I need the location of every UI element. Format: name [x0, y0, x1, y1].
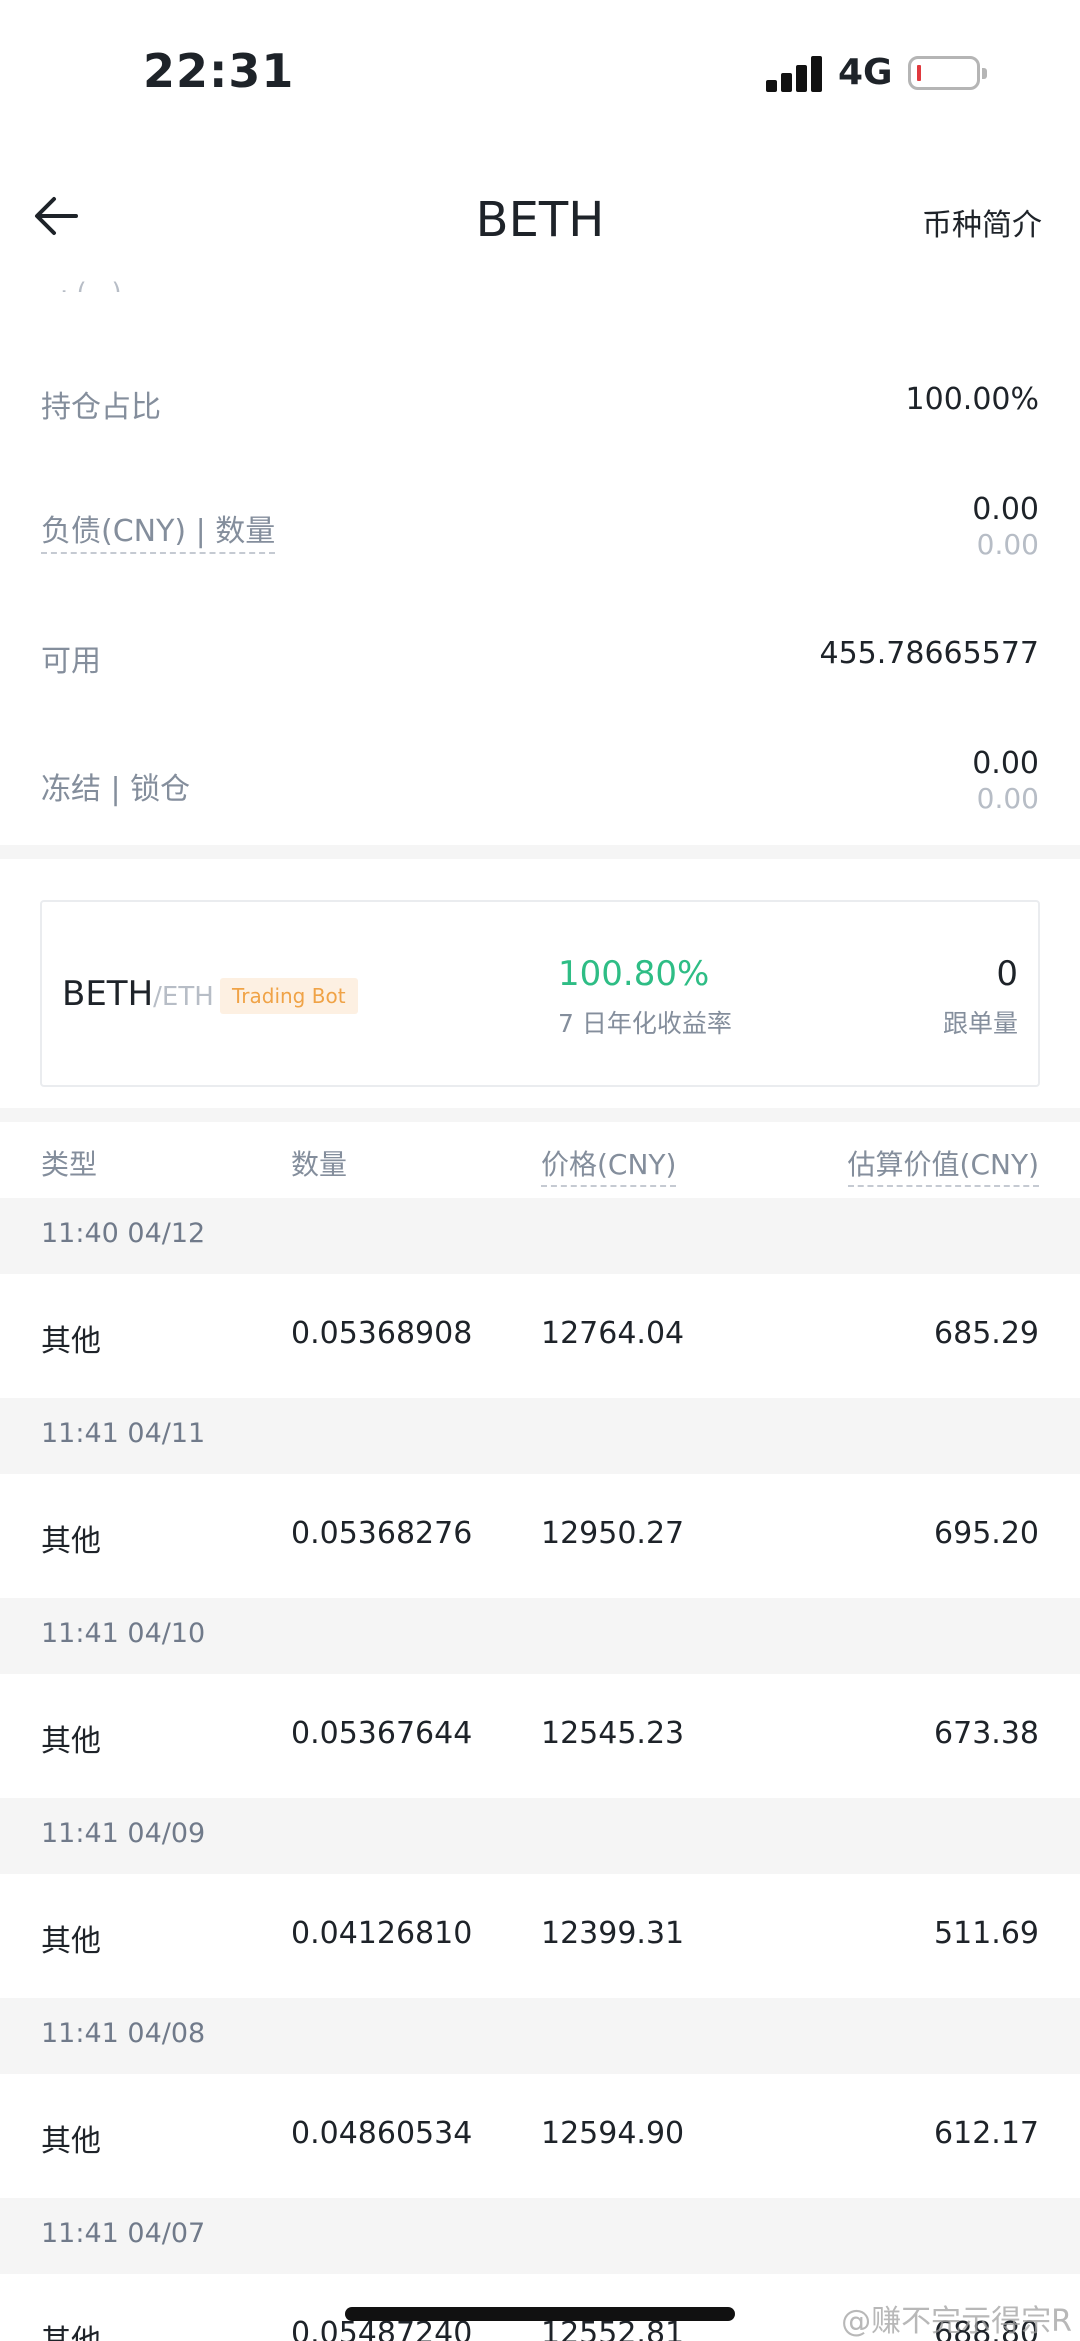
- bot-yield-label: 7 日年化收益率: [558, 1009, 732, 1038]
- column-header-type: 类型: [41, 1148, 98, 1181]
- date-group-header: 11:41 04/09: [0, 1798, 1080, 1874]
- frozen-sub-value: 0.00: [976, 782, 1039, 815]
- cell-price: 12764.04: [541, 1316, 685, 1351]
- status-time: 22:31: [143, 44, 295, 98]
- cell-price: 12950.27: [541, 1516, 685, 1551]
- cell-value: 511.69: [934, 1916, 1039, 1951]
- date-group-header: 11:41 04/07: [0, 2198, 1080, 2274]
- cell-value: 685.29: [934, 1316, 1039, 1351]
- column-header-price[interactable]: 价格(CNY): [541, 1143, 677, 1187]
- cell-quantity: 0.04860534: [291, 2116, 473, 2151]
- nav-header: BETH 币种简介: [0, 170, 1080, 270]
- page-title: BETH: [475, 192, 605, 248]
- section-divider: [0, 1108, 1080, 1122]
- signal-icon: [766, 56, 824, 92]
- date-label: 11:41 04/07: [41, 2218, 206, 2249]
- holding-ratio-label: 持仓占比: [41, 390, 161, 425]
- clipped-text: · ( , ): [60, 278, 122, 292]
- date-label: 11:41 04/08: [41, 2018, 206, 2049]
- bot-pair: BETH/ETH: [62, 974, 214, 1014]
- coin-intro-link[interactable]: 币种简介: [922, 200, 1042, 244]
- watermark: @赚不完示得宗R: [841, 2304, 1072, 2339]
- table-row[interactable]: 其他 0.04126810 12399.31 511.69: [0, 1874, 1080, 1998]
- cell-quantity: 0.05367644: [291, 1716, 473, 1751]
- bot-yield-value: 100.80%: [558, 954, 710, 994]
- date-label: 11:41 04/11: [41, 1418, 206, 1449]
- debt-label[interactable]: 负债(CNY) | 数量: [41, 506, 276, 554]
- debt-sub-value: 0.00: [976, 528, 1039, 561]
- cell-type: 其他: [41, 2124, 101, 2159]
- table-row[interactable]: 其他 0.05368276 12950.27 695.20: [0, 1474, 1080, 1598]
- date-label: 11:41 04/10: [41, 1618, 206, 1649]
- network-label: 4G: [838, 52, 893, 93]
- date-label: 11:40 04/12: [41, 1218, 206, 1249]
- cell-value: 695.20: [934, 1516, 1039, 1551]
- frozen-value: 0.00: [972, 746, 1039, 781]
- table-row[interactable]: 其他 0.05367644 12545.23 673.38: [0, 1674, 1080, 1798]
- trading-bot-card[interactable]: BETH/ETH Trading Bot 100.80% 7 日年化收益率 0 …: [40, 900, 1040, 1087]
- date-group-header: 11:40 04/12: [0, 1198, 1080, 1274]
- status-bar: 22:31 4G: [0, 0, 1080, 150]
- bot-pair-base: BETH: [62, 974, 154, 1014]
- home-indicator[interactable]: [345, 2307, 735, 2321]
- cell-type: 其他: [41, 2316, 101, 2341]
- date-group-header: 11:41 04/11: [0, 1398, 1080, 1474]
- frozen-label: 冻结 | 锁仓: [41, 772, 191, 807]
- bot-pair-quote: /ETH: [153, 982, 214, 1012]
- cell-quantity: 0.04126810: [291, 1916, 473, 1951]
- table-row[interactable]: 其他 0.04860534 12594.90 612.17: [0, 2074, 1080, 2198]
- column-header-value[interactable]: 估算价值(CNY): [847, 1143, 1039, 1187]
- cell-quantity: 0.05368908: [291, 1316, 473, 1351]
- cell-value: 673.38: [934, 1716, 1039, 1751]
- holding-ratio-value: 100.00%: [905, 382, 1039, 417]
- cell-quantity: 0.05368276: [291, 1516, 473, 1551]
- bot-follow-label: 跟单量: [942, 1009, 1018, 1038]
- battery-icon: [908, 56, 987, 90]
- table-header: 类型 数量 价格(CNY) 估算价值(CNY): [0, 1125, 1080, 1197]
- date-label: 11:41 04/09: [41, 1818, 206, 1849]
- debt-value: 0.00: [972, 492, 1039, 527]
- column-header-quantity: 数量: [291, 1148, 348, 1181]
- cell-value: 612.17: [934, 2116, 1039, 2151]
- cell-type: 其他: [41, 1724, 101, 1759]
- date-group-header: 11:41 04/10: [0, 1598, 1080, 1674]
- date-group-header: 11:41 04/08: [0, 1998, 1080, 2074]
- section-divider: [0, 845, 1080, 859]
- cell-price: 12545.23: [541, 1716, 685, 1751]
- cell-type: 其他: [41, 1924, 101, 1959]
- cell-type: 其他: [41, 1524, 101, 1559]
- cell-type: 其他: [41, 1324, 101, 1359]
- trading-bot-badge: Trading Bot: [220, 978, 358, 1014]
- table-row[interactable]: 其他 0.05368908 12764.04 685.29: [0, 1274, 1080, 1398]
- bot-follow-value: 0: [996, 954, 1018, 994]
- available-label: 可用: [41, 644, 101, 679]
- cell-price: 12594.90: [541, 2116, 685, 2151]
- cell-price: 12399.31: [541, 1916, 685, 1951]
- available-value: 455.78665577: [819, 636, 1040, 671]
